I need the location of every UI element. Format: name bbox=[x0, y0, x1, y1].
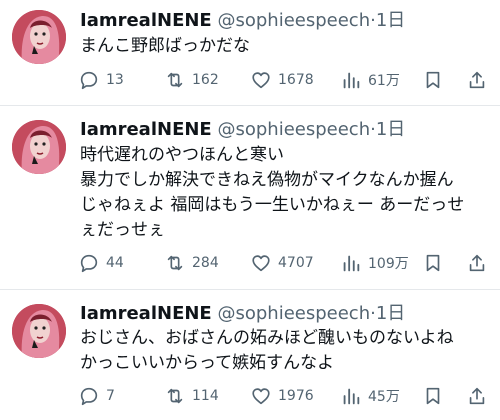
views-count: 45万 bbox=[368, 389, 400, 405]
reply-count: 44 bbox=[106, 255, 124, 271]
like-button[interactable]: 1976 bbox=[250, 384, 314, 408]
retweet-button[interactable]: 114 bbox=[164, 384, 219, 408]
retweet-icon bbox=[167, 255, 183, 271]
bookmark-button[interactable] bbox=[422, 68, 444, 92]
share-button[interactable] bbox=[466, 251, 488, 275]
views-button[interactable]: 61万 bbox=[340, 68, 400, 92]
tweet-header: IamrealNENE @sophieespeech·1日 bbox=[80, 10, 405, 32]
like-button[interactable]: 4707 bbox=[250, 251, 314, 275]
author-name[interactable]: IamrealNENE bbox=[80, 10, 212, 31]
retweet-button[interactable]: 162 bbox=[164, 68, 219, 92]
action-bar: 44 284 4707 109万 bbox=[78, 251, 488, 275]
author-handle[interactable]: @sophieespeech bbox=[217, 303, 370, 324]
tweet-text: おじさん、おばさんの妬みほど醜いものないよね かっこいいからって嫉妬すんなよ bbox=[80, 326, 488, 376]
avatar-image bbox=[12, 10, 66, 64]
reply-icon bbox=[80, 71, 98, 90]
avatar[interactable] bbox=[12, 10, 66, 64]
tweet-text-line: じゃねぇよ 福岡はもう一生いかねぇー あーだっせ bbox=[80, 195, 465, 215]
avatar[interactable] bbox=[12, 120, 66, 174]
views-count: 109万 bbox=[368, 256, 409, 272]
tweet-text-line: まんこ野郎ばっかだな bbox=[80, 36, 250, 56]
views-button[interactable]: 45万 bbox=[340, 384, 400, 408]
heart-icon bbox=[252, 255, 270, 272]
like-button[interactable]: 1678 bbox=[250, 68, 314, 92]
retweet-count: 284 bbox=[192, 255, 219, 271]
bookmark-button[interactable] bbox=[422, 384, 444, 408]
views-chart-icon bbox=[343, 388, 360, 405]
reply-icon bbox=[80, 254, 98, 273]
tweet-text: まんこ野郎ばっかだな bbox=[80, 34, 488, 59]
retweet-icon bbox=[167, 72, 183, 88]
bookmark-button[interactable] bbox=[422, 251, 444, 275]
tweet-header: IamrealNENE @sophieespeech·1日 bbox=[80, 303, 405, 325]
share-button[interactable] bbox=[466, 384, 488, 408]
reply-count: 7 bbox=[106, 388, 115, 404]
views-button[interactable]: 109万 bbox=[340, 251, 409, 275]
timestamp[interactable]: 1日 bbox=[376, 119, 405, 140]
retweet-button[interactable]: 284 bbox=[164, 251, 219, 275]
author-handle[interactable]: @sophieespeech bbox=[217, 119, 370, 140]
heart-icon bbox=[252, 388, 270, 405]
author-name[interactable]: IamrealNENE bbox=[80, 303, 212, 324]
retweet-count: 162 bbox=[192, 72, 219, 88]
avatar[interactable] bbox=[12, 304, 66, 358]
reply-icon bbox=[80, 387, 98, 406]
tweet-text-line: ぇだっせぇ bbox=[80, 220, 165, 240]
reply-button[interactable]: 7 bbox=[78, 384, 115, 408]
retweet-count: 114 bbox=[192, 388, 219, 404]
tweet-text: 時代遅れのやつほんと寒い 暴力でしか解決できねえ偽物がマイクなんか握ん じゃねぇ… bbox=[80, 143, 488, 243]
timestamp[interactable]: 1日 bbox=[376, 303, 405, 324]
tweet-header: IamrealNENE @sophieespeech·1日 bbox=[80, 119, 405, 141]
views-chart-icon bbox=[343, 72, 360, 89]
retweet-icon bbox=[167, 388, 183, 404]
bookmark-icon bbox=[426, 387, 440, 405]
like-count: 1976 bbox=[278, 388, 314, 404]
reply-count: 13 bbox=[106, 72, 124, 88]
bookmark-icon bbox=[426, 71, 440, 89]
action-bar: 13 162 1678 61万 bbox=[78, 68, 488, 92]
author-name[interactable]: IamrealNENE bbox=[80, 119, 212, 140]
like-count: 1678 bbox=[278, 72, 314, 88]
share-icon bbox=[469, 387, 485, 405]
tweet-text-line: 暴力でしか解決できねえ偽物がマイクなんか握ん bbox=[80, 170, 454, 190]
timestamp[interactable]: 1日 bbox=[376, 10, 405, 31]
divider bbox=[0, 289, 500, 290]
author-handle[interactable]: @sophieespeech bbox=[217, 10, 370, 31]
heart-icon bbox=[252, 72, 270, 89]
tweet-text-line: かっこいいからって嫉妬すんなよ bbox=[80, 353, 335, 373]
share-button[interactable] bbox=[466, 68, 488, 92]
tweet-text-line: おじさん、おばさんの妬みほど醜いものないよね bbox=[80, 328, 454, 348]
avatar-image bbox=[12, 120, 66, 174]
share-icon bbox=[469, 71, 485, 89]
share-icon bbox=[469, 254, 485, 272]
reply-button[interactable]: 44 bbox=[78, 251, 124, 275]
views-count: 61万 bbox=[368, 73, 400, 89]
action-bar: 7 114 1976 45万 bbox=[78, 384, 488, 408]
avatar-image bbox=[12, 304, 66, 358]
like-count: 4707 bbox=[278, 255, 314, 271]
reply-button[interactable]: 13 bbox=[78, 68, 124, 92]
tweet-text-line: 時代遅れのやつほんと寒い bbox=[80, 145, 284, 165]
bookmark-icon bbox=[426, 254, 440, 272]
views-chart-icon bbox=[343, 255, 360, 272]
divider bbox=[0, 105, 500, 106]
